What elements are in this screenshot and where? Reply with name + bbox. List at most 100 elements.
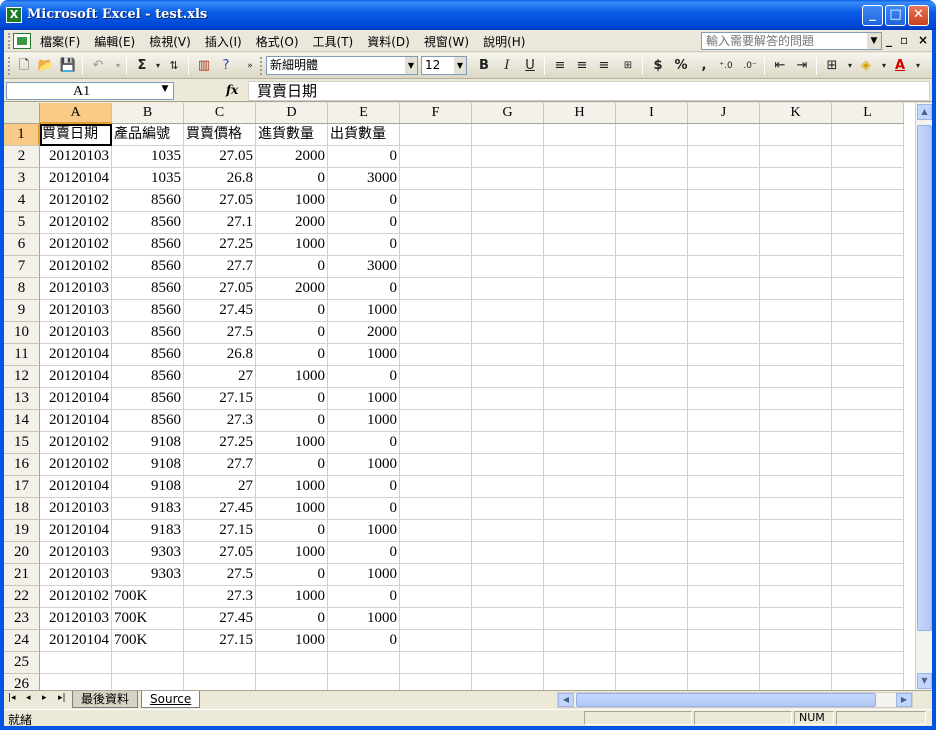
- cell-A16[interactable]: 20120102: [40, 454, 112, 476]
- align-left-icon[interactable]: ≡: [550, 56, 570, 76]
- cell-G9[interactable]: [472, 300, 544, 322]
- menu-item[interactable]: 插入(I): [205, 33, 242, 50]
- cell-L24[interactable]: [832, 630, 904, 652]
- cell-J16[interactable]: [688, 454, 760, 476]
- cell-H12[interactable]: [544, 366, 616, 388]
- cell-F1[interactable]: [400, 124, 472, 146]
- menu-item[interactable]: 編輯(E): [94, 33, 135, 50]
- font-name-box[interactable]: 新細明體 ▼: [266, 56, 418, 75]
- row-header[interactable]: 10: [4, 322, 40, 344]
- column-header[interactable]: E: [328, 103, 400, 124]
- increase-decimal-icon[interactable]: ⁺.0: [716, 56, 736, 76]
- cell-H16[interactable]: [544, 454, 616, 476]
- cell-E7[interactable]: 3000: [328, 256, 400, 278]
- cell-I8[interactable]: [616, 278, 688, 300]
- row-header[interactable]: 20: [4, 542, 40, 564]
- cell-B26[interactable]: [112, 674, 184, 690]
- cell-B8[interactable]: 8560: [112, 278, 184, 300]
- name-box[interactable]: A1 ▼: [6, 82, 174, 100]
- cell-B25[interactable]: [112, 652, 184, 674]
- cell-K4[interactable]: [760, 190, 832, 212]
- cell-C20[interactable]: 27.05: [184, 542, 256, 564]
- cell-I16[interactable]: [616, 454, 688, 476]
- cell-A8[interactable]: 20120103: [40, 278, 112, 300]
- sheet-tab-final-data[interactable]: 最後資料: [72, 691, 139, 708]
- cell-L16[interactable]: [832, 454, 904, 476]
- row-header[interactable]: 17: [4, 476, 40, 498]
- horizontal-scroll-thumb[interactable]: [576, 693, 876, 707]
- menu-item[interactable]: 資料(D): [367, 33, 410, 50]
- cell-J22[interactable]: [688, 586, 760, 608]
- menu-item[interactable]: 格式(O): [256, 33, 299, 50]
- cell-F13[interactable]: [400, 388, 472, 410]
- cell-L5[interactable]: [832, 212, 904, 234]
- cell-G6[interactable]: [472, 234, 544, 256]
- cell-F20[interactable]: [400, 542, 472, 564]
- cell-E10[interactable]: 2000: [328, 322, 400, 344]
- save-icon[interactable]: 💾: [58, 56, 78, 76]
- font-name-dropdown-icon[interactable]: ▼: [405, 57, 417, 74]
- cell-L13[interactable]: [832, 388, 904, 410]
- cell-L7[interactable]: [832, 256, 904, 278]
- name-box-dropdown-icon[interactable]: ▼: [159, 84, 171, 98]
- cell-L25[interactable]: [832, 652, 904, 674]
- cell-L8[interactable]: [832, 278, 904, 300]
- cell-B20[interactable]: 9303: [112, 542, 184, 564]
- row-header[interactable]: 2: [4, 146, 40, 168]
- cell-K24[interactable]: [760, 630, 832, 652]
- cell-J15[interactable]: [688, 432, 760, 454]
- cell-E13[interactable]: 1000: [328, 388, 400, 410]
- column-header[interactable]: I: [616, 103, 688, 124]
- cell-F19[interactable]: [400, 520, 472, 542]
- cell-H17[interactable]: [544, 476, 616, 498]
- row-header[interactable]: 21: [4, 564, 40, 586]
- cell-K3[interactable]: [760, 168, 832, 190]
- cell-L17[interactable]: [832, 476, 904, 498]
- cell-E3[interactable]: 3000: [328, 168, 400, 190]
- toolbar-grip[interactable]: [260, 57, 264, 75]
- chart-wizard-icon[interactable]: ▥: [194, 56, 214, 76]
- cell-A2[interactable]: 20120103: [40, 146, 112, 168]
- doc-minimize-button[interactable]: _: [886, 33, 892, 47]
- cell-E25[interactable]: [328, 652, 400, 674]
- cell-D20[interactable]: 1000: [256, 542, 328, 564]
- cell-E4[interactable]: 0: [328, 190, 400, 212]
- cell-A26[interactable]: [40, 674, 112, 690]
- cell-A14[interactable]: 20120104: [40, 410, 112, 432]
- cell-C8[interactable]: 27.05: [184, 278, 256, 300]
- cell-C1[interactable]: 買賣價格: [184, 124, 256, 146]
- scroll-left-icon[interactable]: ◀: [558, 693, 574, 707]
- row-header[interactable]: 18: [4, 498, 40, 520]
- cell-J14[interactable]: [688, 410, 760, 432]
- cell-K16[interactable]: [760, 454, 832, 476]
- cell-K9[interactable]: [760, 300, 832, 322]
- cell-J3[interactable]: [688, 168, 760, 190]
- cell-A12[interactable]: 20120104: [40, 366, 112, 388]
- cell-I15[interactable]: [616, 432, 688, 454]
- cell-D11[interactable]: 0: [256, 344, 328, 366]
- menu-item[interactable]: 視窗(W): [424, 33, 469, 50]
- cell-A9[interactable]: 20120103: [40, 300, 112, 322]
- cell-B10[interactable]: 8560: [112, 322, 184, 344]
- cell-I1[interactable]: [616, 124, 688, 146]
- row-header[interactable]: 9: [4, 300, 40, 322]
- horizontal-scrollbar[interactable]: ◀ ▶: [557, 692, 913, 708]
- font-size-dropdown-icon[interactable]: ▼: [454, 57, 466, 74]
- column-header[interactable]: G: [472, 103, 544, 124]
- cell-C3[interactable]: 26.8: [184, 168, 256, 190]
- align-center-icon[interactable]: ≡: [572, 56, 592, 76]
- cell-C12[interactable]: 27: [184, 366, 256, 388]
- cell-D8[interactable]: 2000: [256, 278, 328, 300]
- undo-dropdown-icon[interactable]: ▾: [108, 56, 128, 76]
- cell-G7[interactable]: [472, 256, 544, 278]
- cell-F16[interactable]: [400, 454, 472, 476]
- cell-I14[interactable]: [616, 410, 688, 432]
- increase-indent-icon[interactable]: ⇥: [792, 56, 812, 76]
- cell-K20[interactable]: [760, 542, 832, 564]
- cell-J19[interactable]: [688, 520, 760, 542]
- cell-J23[interactable]: [688, 608, 760, 630]
- cell-D25[interactable]: [256, 652, 328, 674]
- cell-I6[interactable]: [616, 234, 688, 256]
- cell-H13[interactable]: [544, 388, 616, 410]
- cell-A21[interactable]: 20120103: [40, 564, 112, 586]
